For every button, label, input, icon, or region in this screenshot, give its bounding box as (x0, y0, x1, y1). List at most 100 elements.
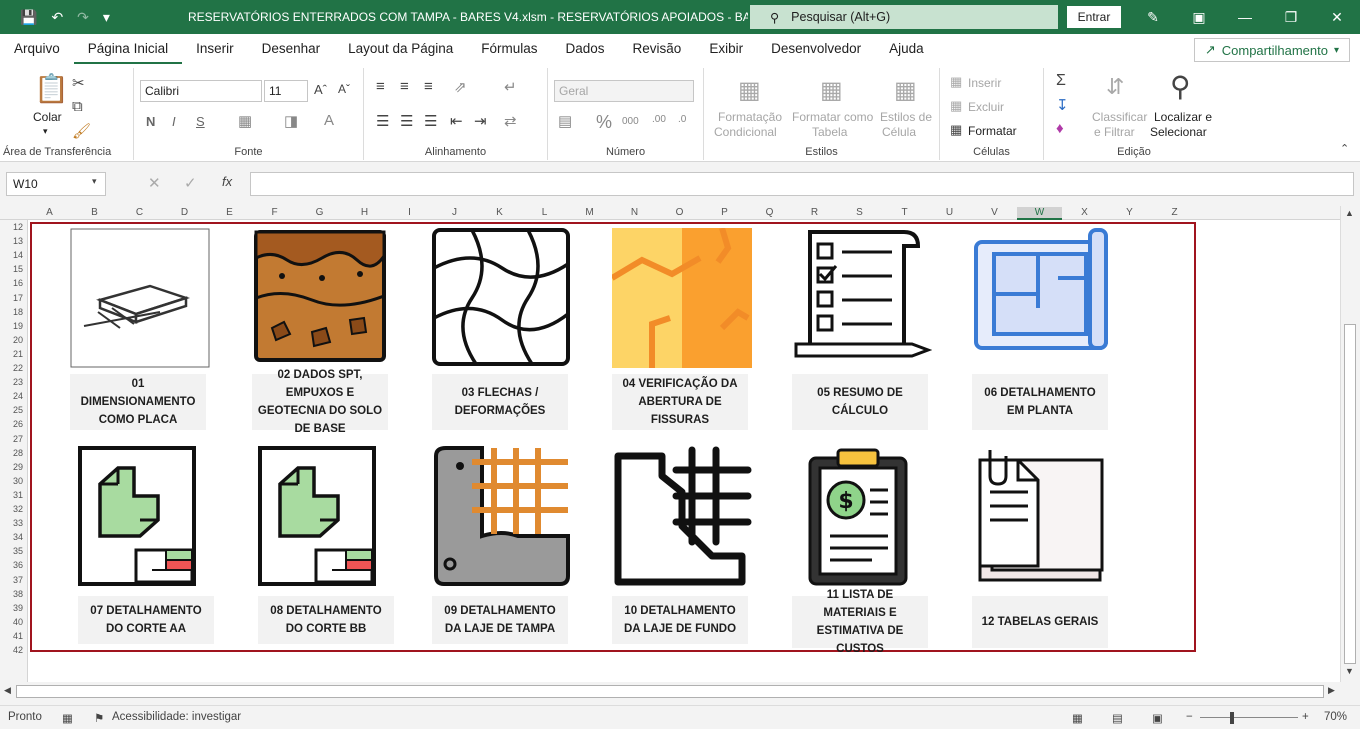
format-table-line1[interactable]: Formatar como (792, 110, 873, 124)
restore-button[interactable]: ❐ (1268, 0, 1314, 34)
column-header[interactable]: T (882, 207, 927, 218)
row-header[interactable]: 35 (13, 544, 23, 558)
customize-icon[interactable]: ▾ (103, 9, 110, 26)
font-color-icon[interactable]: A (324, 112, 334, 129)
tab-desenhar[interactable]: Desenhar (248, 34, 335, 64)
minimize-button[interactable]: — (1222, 0, 1268, 34)
column-header[interactable]: F (252, 207, 297, 218)
insert-cells-icon[interactable]: ▦ (950, 74, 962, 90)
pen-icon[interactable]: ✎ (1130, 0, 1176, 34)
format-table-line2[interactable]: Tabela (812, 125, 847, 139)
find-select-line1[interactable]: Localizar e (1154, 110, 1212, 124)
zoom-slider-thumb[interactable] (1230, 712, 1234, 724)
row-header[interactable]: 24 (13, 389, 23, 403)
search-box[interactable]: ⚲ Pesquisar (Alt+G) (750, 5, 1058, 29)
row-header[interactable]: 15 (13, 262, 23, 276)
row-header[interactable]: 16 (13, 276, 23, 290)
worksheet-grid[interactable]: ABCDEFGHIJKLMNOPQRSTUVWXYZ 12 13 14 15 16 17 1… (0, 206, 1340, 682)
tab-ajuda[interactable]: Ajuda (875, 34, 938, 64)
find-select-icon[interactable]: ⚲ (1170, 70, 1191, 103)
zoom-level[interactable]: 70% (1324, 711, 1347, 723)
insert-cells-button[interactable]: Inserir (968, 76, 1001, 90)
column-header[interactable]: P (702, 207, 747, 218)
row-header[interactable]: 23 (13, 375, 23, 389)
align-center-icon[interactable]: ☰ (400, 112, 413, 130)
grow-font-icon[interactable]: Aˆ (314, 82, 327, 97)
format-table-icon[interactable]: ▦ (820, 76, 843, 105)
conditional-format-line2[interactable]: Condicional (714, 125, 777, 139)
copy-icon[interactable]: ⧉ (72, 98, 83, 115)
column-header[interactable]: I (387, 207, 432, 218)
column-header[interactable]: C (117, 207, 162, 218)
row-header[interactable]: 37 (13, 573, 23, 587)
comma-style-icon[interactable]: 000 (622, 116, 639, 127)
row-header[interactable]: 19 (13, 319, 23, 333)
tab-dados[interactable]: Dados (552, 34, 619, 64)
enter-icon[interactable]: ✓ (184, 174, 197, 192)
row-header[interactable]: 40 (13, 615, 23, 629)
column-header[interactable]: Z (1152, 207, 1197, 218)
column-header[interactable]: S (837, 207, 882, 218)
row-header[interactable]: 21 (13, 347, 23, 361)
column-header[interactable]: D (162, 207, 207, 218)
horizontal-scroll-thumb[interactable] (16, 685, 1324, 698)
normal-view-icon[interactable]: ▦ (1072, 711, 1083, 725)
row-header[interactable]: 20 (13, 333, 23, 347)
column-header[interactable]: U (927, 207, 972, 218)
horizontal-scrollbar[interactable]: ◀ ▶ (0, 682, 1340, 702)
column-header[interactable]: G (297, 207, 342, 218)
clear-icon[interactable]: ♦ (1056, 120, 1064, 137)
accessibility-icon[interactable]: ⚑ (94, 711, 104, 725)
column-header[interactable]: K (477, 207, 522, 218)
paste-icon[interactable]: 📋 (34, 72, 69, 105)
scroll-right-icon[interactable]: ▶ (1328, 685, 1335, 696)
accessibility-status[interactable]: Acessibilidade: investigar (112, 711, 241, 723)
format-painter-icon[interactable]: 🖌 (72, 122, 91, 140)
row-header[interactable]: 32 (13, 502, 23, 516)
column-header[interactable]: M (567, 207, 612, 218)
tab-formulas[interactable]: Fórmulas (467, 34, 551, 64)
row-header[interactable]: 30 (13, 474, 23, 488)
increase-indent-icon[interactable]: ⇥ (474, 112, 487, 130)
sign-in-button[interactable]: Entrar (1067, 6, 1121, 28)
sort-filter-icon[interactable]: ⇵ (1106, 74, 1124, 100)
ribbon-display-icon[interactable]: ▣ (1176, 0, 1222, 34)
column-header[interactable]: W (1017, 207, 1062, 220)
name-box[interactable]: W10 (6, 172, 106, 196)
cell-styles-icon[interactable]: ▦ (894, 76, 917, 105)
row-header[interactable]: 25 (13, 403, 23, 417)
italic-button[interactable]: I (172, 114, 176, 129)
fill-icon[interactable]: ↧ (1056, 96, 1069, 114)
delete-cells-icon[interactable]: ▦ (950, 98, 962, 114)
formula-input[interactable] (250, 172, 1354, 196)
row-header[interactable]: 26 (13, 417, 23, 431)
zoom-out-icon[interactable]: − (1186, 711, 1193, 723)
format-cells-icon[interactable]: ▦ (950, 122, 962, 138)
merge-center-icon[interactable]: ⇄ (504, 112, 517, 130)
column-header[interactable]: L (522, 207, 567, 218)
delete-cells-button[interactable]: Excluir (968, 100, 1004, 114)
insert-function-button[interactable]: fx (222, 174, 232, 189)
macro-record-icon[interactable]: ▦ (62, 711, 73, 725)
underline-button[interactable]: S (196, 114, 205, 129)
currency-icon[interactable]: ▤ (558, 112, 572, 130)
cut-icon[interactable]: ✂ (72, 74, 85, 92)
column-header[interactable]: E (207, 207, 252, 218)
row-header[interactable]: 18 (13, 305, 23, 319)
row-header[interactable]: 28 (13, 446, 23, 460)
zoom-slider[interactable] (1200, 717, 1298, 718)
wrap-text-icon[interactable]: ↵ (504, 78, 517, 96)
row-header[interactable]: 12 (13, 220, 23, 234)
decrease-indent-icon[interactable]: ⇤ (450, 112, 463, 130)
scroll-left-icon[interactable]: ◀ (4, 685, 11, 696)
share-button[interactable]: ↗ Compartilhamento ▾ (1193, 38, 1350, 62)
sort-filter-line1[interactable]: Classificar (1092, 110, 1147, 124)
column-header[interactable]: O (657, 207, 702, 218)
shrink-font-icon[interactable]: Aˇ (338, 82, 350, 96)
close-button[interactable]: ✕ (1314, 0, 1360, 34)
row-header[interactable]: 31 (13, 488, 23, 502)
column-header[interactable]: J (432, 207, 477, 218)
align-left-icon[interactable]: ☰ (376, 112, 389, 130)
tab-pagina-inicial[interactable]: Página Inicial (73, 34, 183, 64)
number-format-select[interactable]: Geral (554, 80, 694, 102)
